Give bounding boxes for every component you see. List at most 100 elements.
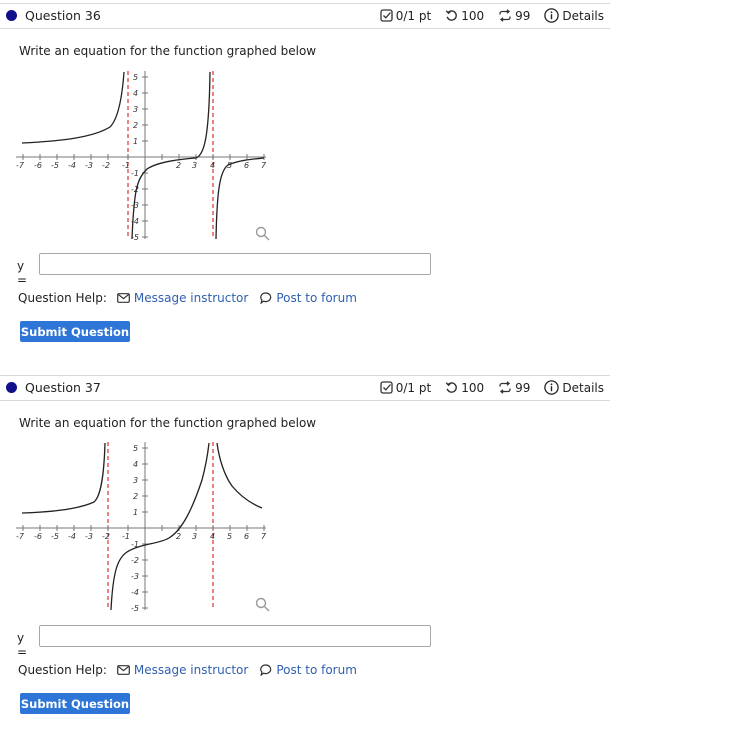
help-label: Question Help: [18, 663, 107, 677]
checkbox-icon [380, 9, 393, 22]
y-tick-label: 1 [133, 137, 138, 146]
status-dot-icon [6, 10, 17, 21]
x-tick-label: -4 [68, 161, 76, 170]
y-tick-label: 3 [133, 105, 138, 114]
x-tick-labels: -7 -6 -5 -4 -3 -2 -1 2 3 4 5 6 7 [16, 532, 267, 541]
graph-svg: -7 -6 -5 -4 -3 -2 -1 2 3 4 5 6 7 5 4 3 2… [16, 442, 270, 613]
post-to-forum-link[interactable]: Post to forum [260, 291, 357, 305]
status-dot-icon [6, 382, 17, 393]
y-tick-label: 1 [133, 508, 138, 517]
y-tick-label: -1 [131, 169, 139, 178]
graph-svg: -7 -6 -5 -4 -3 -2 -1 2 3 4 5 6 7 5 4 3 2… [16, 71, 270, 242]
x-tick-label: -6 [34, 532, 42, 541]
speech-bubble-icon [260, 292, 272, 304]
message-instructor-link[interactable]: Message instructor [116, 291, 249, 305]
x-tick-label: 7 [261, 532, 267, 541]
answer-label: y = [17, 631, 28, 659]
y-tick-label: 2 [133, 492, 138, 501]
x-tick-label: 7 [261, 161, 267, 170]
x-tick-label: 5 [227, 532, 232, 541]
x-tick-label: -6 [34, 161, 42, 170]
function-graph: -7 -6 -5 -4 -3 -2 -1 2 3 4 5 6 7 5 4 3 2… [14, 440, 274, 619]
x-tick-label: -5 [51, 161, 59, 170]
post-to-forum-link[interactable]: Post to forum [260, 663, 357, 677]
y-tick-label: -3 [131, 572, 139, 581]
y-tick-label: 4 [133, 89, 138, 98]
question-title: Question 37 [25, 380, 101, 395]
magnifier-icon [255, 226, 270, 241]
x-tick-label: -2 [102, 532, 110, 541]
y-tick-label: 5 [133, 444, 138, 453]
function-curve [21, 71, 265, 240]
asymptote-lines [107, 442, 214, 610]
x-tick-label: 6 [244, 532, 249, 541]
envelope-icon [116, 665, 130, 675]
x-tick-label: 2 [176, 161, 181, 170]
info-icon[interactable] [544, 380, 560, 395]
x-tick-label: -1 [122, 532, 130, 541]
y-tick-label: -2 [131, 556, 139, 565]
question-help: Question Help: Message instructor Post t… [18, 663, 369, 677]
repeat-icon [499, 9, 511, 22]
question-prompt: Write an equation for the function graph… [19, 44, 317, 58]
x-tick-label: 2 [176, 532, 181, 541]
undo-icon [445, 382, 458, 393]
y-tick-label: -4 [131, 588, 139, 597]
question-meta: 0/1 pt 100 99 Details [380, 8, 604, 23]
envelope-icon [116, 293, 130, 303]
question-header: Question 36 0/1 pt 100 99 Details [0, 3, 610, 29]
answer-input[interactable] [39, 253, 431, 275]
help-label: Question Help: [18, 291, 107, 305]
x-tick-label: -3 [85, 161, 93, 170]
retries-text: 99 [515, 380, 531, 395]
attempts-text: 100 [461, 8, 485, 23]
x-tick-label: -1 [122, 161, 130, 170]
x-tick-label: -7 [16, 532, 25, 541]
submit-question-button[interactable]: Submit Question [20, 693, 130, 714]
submit-question-button[interactable]: Submit Question [20, 321, 130, 342]
x-tick-label: -5 [51, 532, 59, 541]
undo-icon [445, 10, 458, 21]
details-link[interactable]: Details [562, 381, 604, 395]
x-tick-label: 3 [192, 532, 197, 541]
y-tick-label: 3 [133, 476, 138, 485]
x-tick-label: 4 [210, 532, 215, 541]
magnifier-icon [255, 597, 270, 612]
x-tick-label: -7 [16, 161, 25, 170]
y-tick-label: 5 [133, 73, 138, 82]
y-tick-label: -5 [131, 604, 139, 613]
repeat-icon [499, 381, 511, 394]
function-curve [21, 442, 263, 611]
message-instructor-label: Message instructor [133, 291, 249, 305]
y-tick-label: 2 [133, 121, 138, 130]
x-tick-label: -2 [102, 161, 110, 170]
question-37-block: Question 37 0/1 pt 100 99 Details Write … [0, 375, 610, 714]
message-instructor-link[interactable]: Message instructor [116, 663, 249, 677]
post-to-forum-label: Post to forum [276, 291, 357, 305]
message-instructor-label: Message instructor [133, 663, 249, 677]
question-meta: 0/1 pt 100 99 Details [380, 380, 604, 395]
y-tick-label: 4 [133, 460, 138, 469]
question-header: Question 37 0/1 pt 100 99 Details [0, 375, 610, 401]
x-tick-label: -4 [68, 532, 76, 541]
x-tick-label: 4 [210, 161, 215, 170]
x-tick-labels: -7 -6 -5 -4 -3 -2 -1 2 3 4 5 6 7 [16, 161, 267, 170]
attempts-text: 100 [461, 380, 485, 395]
x-tick-label: -3 [85, 532, 93, 541]
retries-text: 99 [515, 8, 531, 23]
question-36-block: Question 36 0/1 pt 100 99 Details Write … [0, 3, 610, 342]
score-text: 0/1 pt [395, 380, 432, 395]
x-tick-label: 6 [244, 161, 249, 170]
question-help: Question Help: Message instructor Post t… [18, 291, 369, 305]
checkbox-icon [380, 381, 393, 394]
question-title: Question 36 [25, 8, 101, 23]
x-tick-label: 3 [192, 161, 197, 170]
answer-input[interactable] [39, 625, 431, 647]
post-to-forum-label: Post to forum [276, 663, 357, 677]
details-link[interactable]: Details [562, 9, 604, 23]
question-prompt: Write an equation for the function graph… [19, 416, 317, 430]
function-graph: -7 -6 -5 -4 -3 -2 -1 2 3 4 5 6 7 5 4 3 2… [14, 69, 274, 248]
speech-bubble-icon [260, 664, 272, 676]
score-text: 0/1 pt [395, 8, 432, 23]
info-icon[interactable] [544, 8, 560, 23]
